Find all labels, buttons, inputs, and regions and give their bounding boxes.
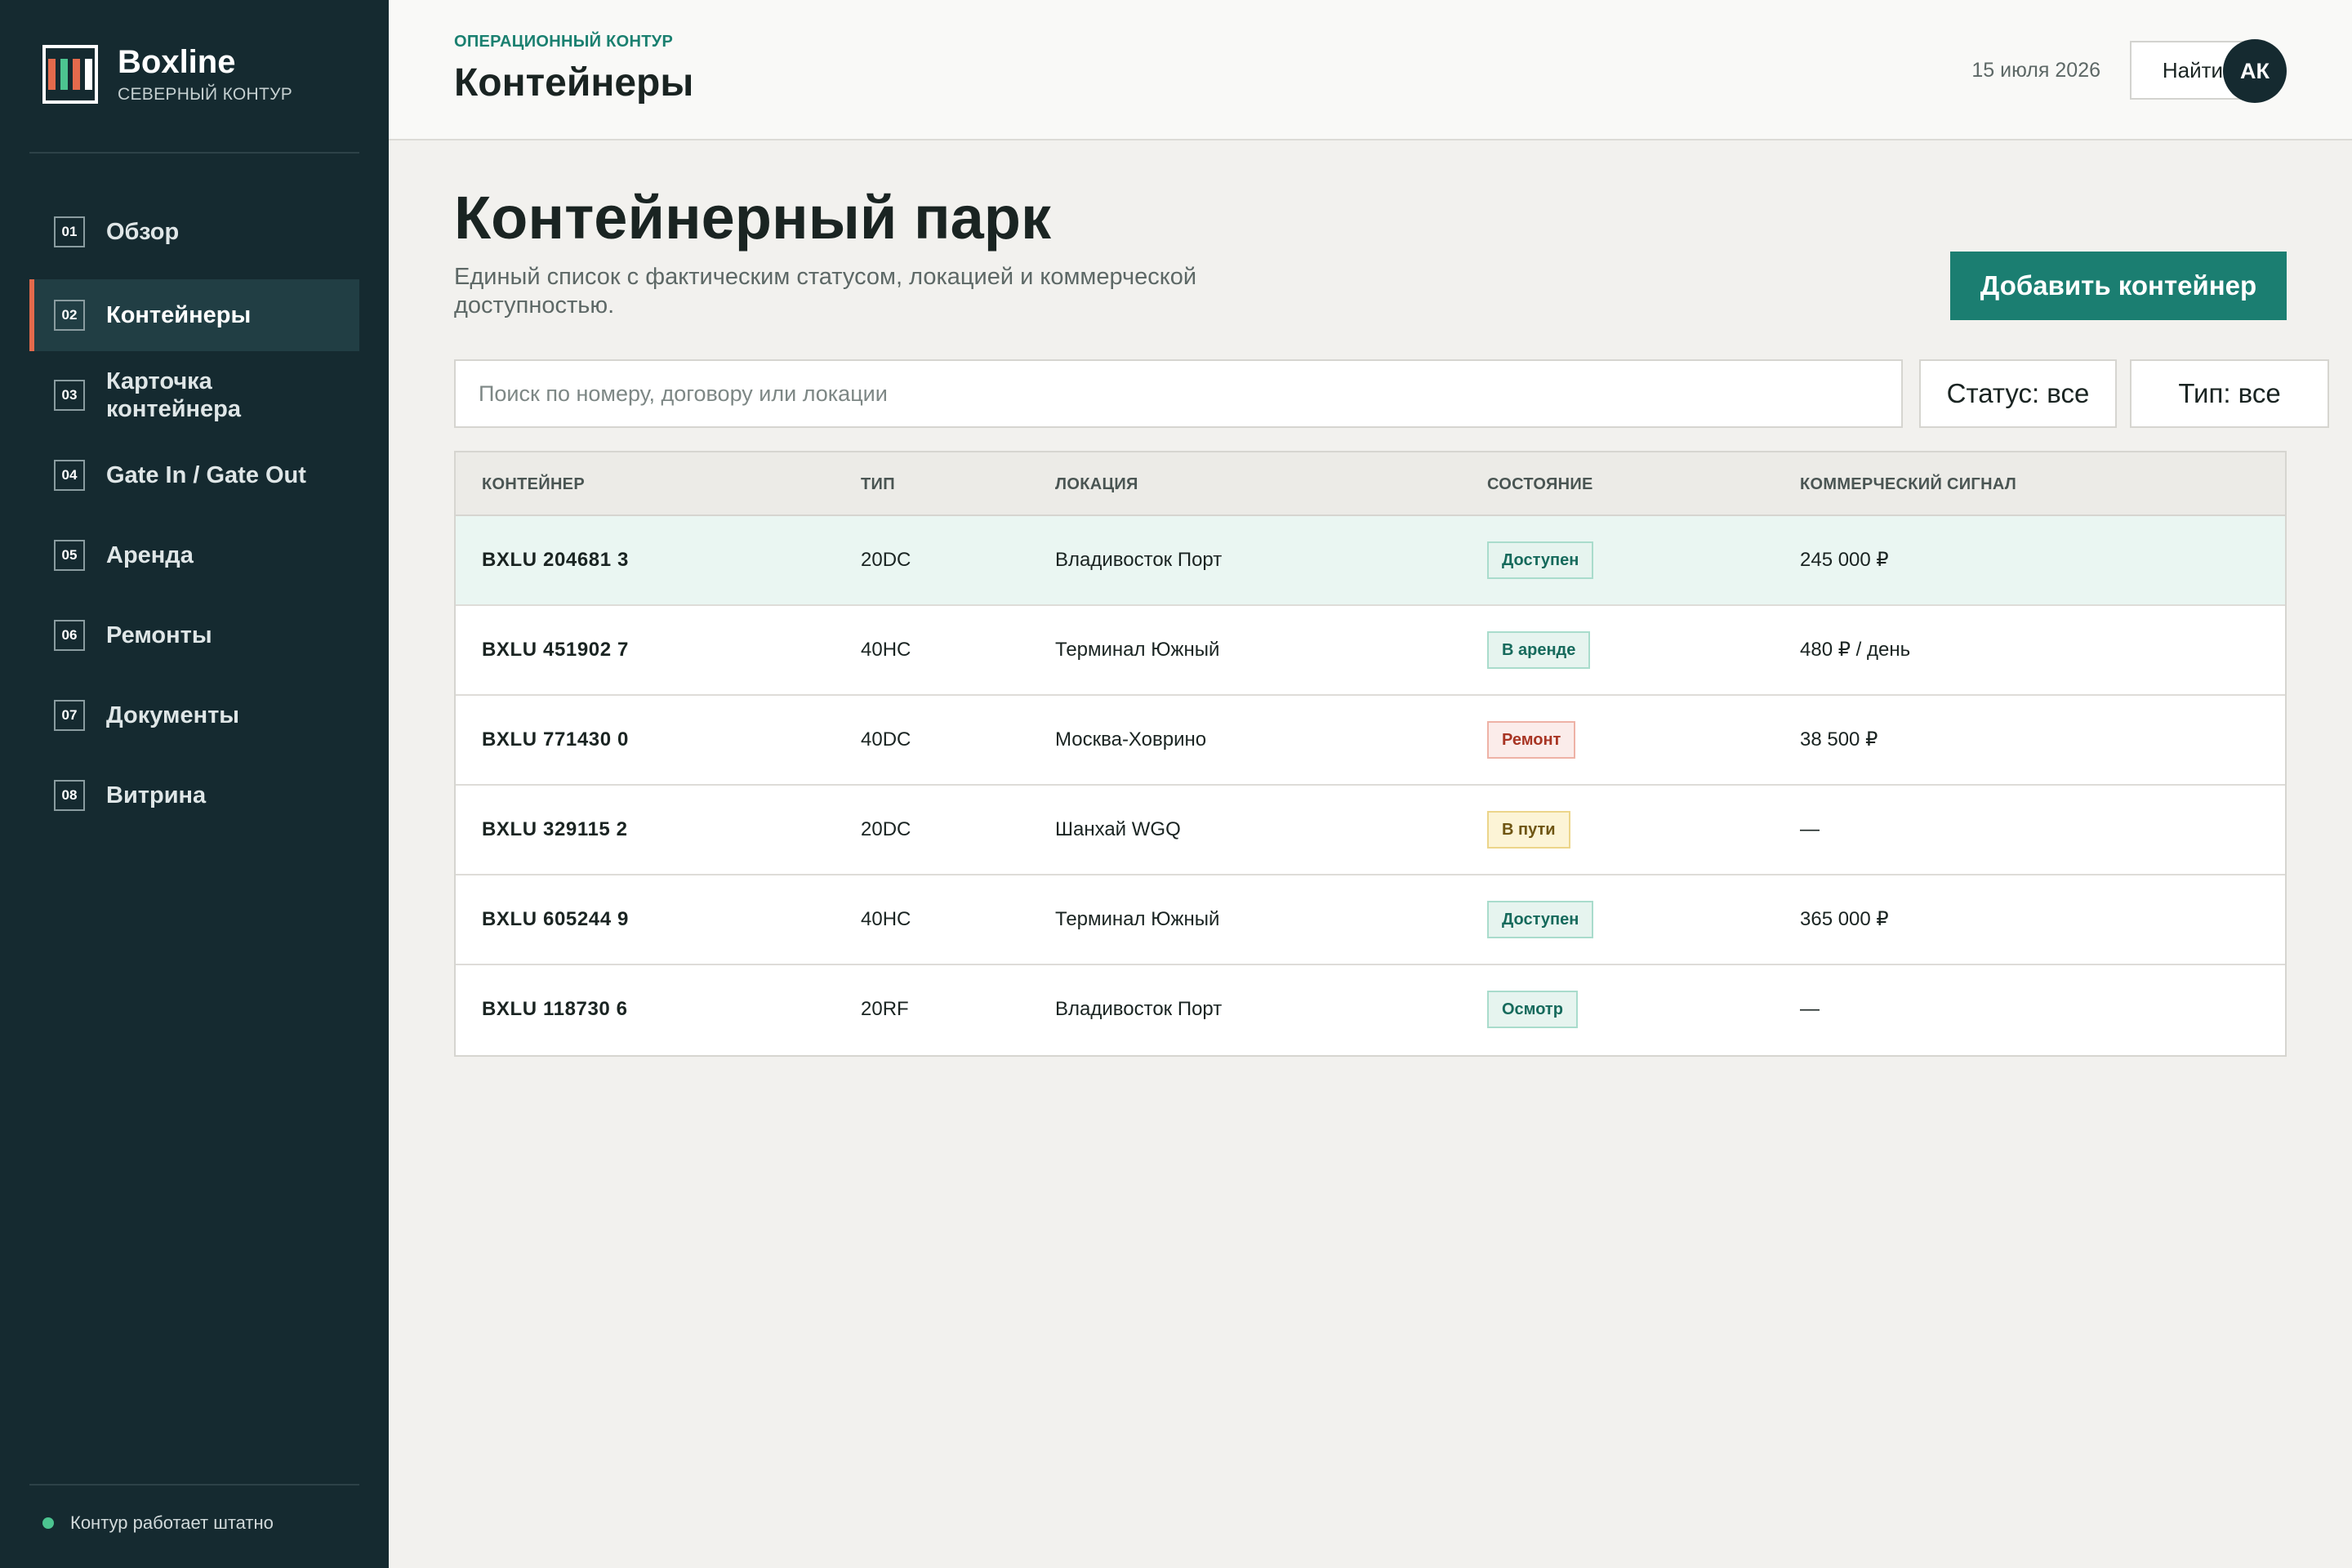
status-badge: В аренде: [1487, 631, 1591, 669]
commercial-signal: —: [1800, 818, 1820, 840]
container-type: 20DC: [861, 818, 911, 840]
nav-number: 08: [54, 780, 85, 811]
container-id: BXLU 451902 7: [482, 639, 629, 661]
sidebar-item-overview[interactable]: 01 Обзор: [29, 196, 359, 268]
sidebar-item-label: Витрина: [106, 782, 207, 808]
nav-number: 03: [54, 380, 85, 411]
nav-number: 05: [54, 540, 85, 571]
sidebar-item-label: Карточка контейнера: [106, 368, 242, 422]
container-type: 40HC: [861, 639, 911, 661]
container-location: Терминал Южный: [1055, 639, 1220, 661]
sidebar-item-repairs[interactable]: 06 Ремонты: [29, 599, 359, 671]
type-filter-select[interactable]: Тип: все: [2130, 359, 2329, 428]
container-id: BXLU 118730 6: [482, 998, 628, 1020]
sidebar-item-label: Аренда: [106, 542, 194, 568]
sidebar: Boxline СЕВЕРНЫЙ КОНТУР 01 Обзор 02 Конт…: [0, 0, 389, 1568]
container-type: 40DC: [861, 728, 911, 751]
sidebar-item-showcase[interactable]: 08 Витрина: [29, 760, 359, 831]
table-row[interactable]: BXLU 605244 9 40HC Терминал Южный Доступ…: [456, 875, 2285, 965]
sidebar-item-containers[interactable]: 02 Контейнеры: [29, 279, 359, 351]
column-header-container[interactable]: КОНТЕЙНЕР: [482, 452, 585, 516]
container-id: BXLU 204681 3: [482, 549, 629, 571]
sidebar-item-label: Ремонты: [106, 622, 212, 648]
sidebar-item-gate[interactable]: 04 Gate In / Gate Out: [29, 439, 359, 511]
sidebar-item-documents[interactable]: 07 Документы: [29, 679, 359, 751]
nav-number: 01: [54, 216, 85, 247]
commercial-signal: 38 500 ₽: [1800, 728, 1878, 751]
sidebar-divider: [29, 1484, 359, 1486]
container-location: Шанхай WGQ: [1055, 818, 1181, 840]
status-badge: Осмотр: [1487, 991, 1578, 1028]
status-badge: Доступен: [1487, 541, 1594, 579]
commercial-signal: —: [1800, 998, 1820, 1020]
current-date: 15 июля 2026: [1971, 59, 2100, 82]
brand-name: Boxline: [118, 44, 236, 80]
page-description: Единый список с фактическим статусом, ло…: [454, 264, 1197, 318]
page-title: Контейнеры: [454, 61, 694, 105]
container-location: Владивосток Порт: [1055, 549, 1223, 571]
brand-subtitle: СЕВЕРНЫЙ КОНТУР: [118, 85, 293, 104]
sidebar-item-label: Документы: [106, 702, 240, 728]
status-badge: В пути: [1487, 811, 1570, 849]
sidebar-item-rent[interactable]: 05 Аренда: [29, 519, 359, 591]
system-status-text: Контур работает штатно: [70, 1512, 274, 1533]
sidebar-item-label: Gate In / Gate Out: [106, 462, 306, 488]
container-type: 20RF: [861, 998, 909, 1020]
page-heading: Контейнерный парк: [454, 184, 1052, 252]
boxline-logo-icon: [42, 45, 98, 104]
add-container-button[interactable]: Добавить контейнер: [1950, 252, 2287, 320]
table-row[interactable]: BXLU 771430 0 40DC Москва-Ховрино Ремонт…: [456, 696, 2285, 786]
nav-number: 07: [54, 700, 85, 731]
nav-number: 04: [54, 460, 85, 491]
container-id: BXLU 605244 9: [482, 908, 629, 930]
status-filter-select[interactable]: Статус: все: [1919, 359, 2117, 428]
column-header-commercial-signal[interactable]: КОММЕРЧЕСКИЙ СИГНАЛ: [1800, 452, 2016, 516]
brand[interactable]: Boxline СЕВЕРНЫЙ КОНТУР: [42, 44, 292, 105]
system-status: Контур работает штатно: [42, 1512, 274, 1534]
table-row[interactable]: BXLU 118730 6 20RF Владивосток Порт Осмо…: [456, 965, 2285, 1055]
section-eyebrow: ОПЕРАЦИОННЫЙ КОНТУР: [454, 33, 674, 51]
table-row[interactable]: BXLU 329115 2 20DC Шанхай WGQ В пути —: [456, 786, 2285, 875]
container-location: Владивосток Порт: [1055, 998, 1223, 1020]
container-type: 20DC: [861, 549, 911, 571]
table-row[interactable]: BXLU 204681 3 20DC Владивосток Порт Дост…: [456, 516, 2285, 606]
nav-number: 06: [54, 620, 85, 651]
container-location: Терминал Южный: [1055, 908, 1220, 930]
nav-number: 02: [54, 300, 85, 331]
sidebar-divider: [29, 152, 359, 154]
container-type: 40HC: [861, 908, 911, 930]
search-input[interactable]: [454, 359, 1903, 428]
status-badge: Ремонт: [1487, 721, 1576, 759]
containers-table: КОНТЕЙНЕР ТИП ЛОКАЦИЯ СОСТОЯНИЕ КОММЕРЧЕ…: [454, 451, 2287, 1057]
avatar[interactable]: АК: [2223, 39, 2287, 103]
column-header-location[interactable]: ЛОКАЦИЯ: [1055, 452, 1138, 516]
container-location: Москва-Ховрино: [1055, 728, 1207, 751]
column-header-type[interactable]: ТИП: [861, 452, 895, 516]
container-id: BXLU 771430 0: [482, 728, 629, 751]
container-id: BXLU 329115 2: [482, 818, 628, 840]
sidebar-item-container-card[interactable]: 03 Карточка контейнера: [29, 359, 359, 431]
main-content: ОПЕРАЦИОННЫЙ КОНТУР Контейнеры 15 июля 2…: [389, 0, 2352, 1568]
sidebar-item-label: Обзор: [106, 219, 180, 245]
commercial-signal: 480 ₽ / день: [1800, 639, 1911, 661]
topbar: ОПЕРАЦИОННЫЙ КОНТУР Контейнеры 15 июля 2…: [389, 0, 2352, 140]
status-badge: Доступен: [1487, 901, 1594, 938]
commercial-signal: 245 000 ₽: [1800, 549, 1889, 571]
status-dot-icon: [42, 1517, 54, 1529]
table-header: КОНТЕЙНЕР ТИП ЛОКАЦИЯ СОСТОЯНИЕ КОММЕРЧЕ…: [456, 452, 2285, 516]
sidebar-item-label: Контейнеры: [106, 302, 252, 328]
table-row[interactable]: BXLU 451902 7 40HC Терминал Южный В арен…: [456, 606, 2285, 696]
column-header-state[interactable]: СОСТОЯНИЕ: [1487, 452, 1593, 516]
commercial-signal: 365 000 ₽: [1800, 908, 1889, 930]
